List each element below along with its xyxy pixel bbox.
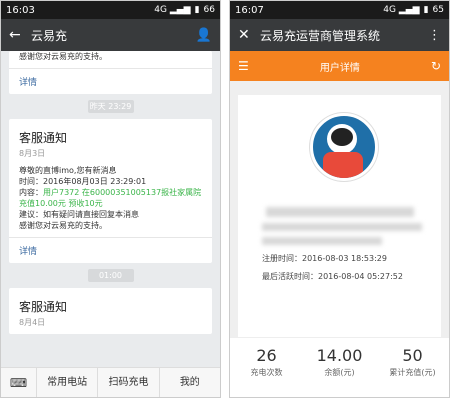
notice-line: 感谢您对云易充的支持。 bbox=[19, 221, 107, 230]
notice-date: 8月3日 bbox=[19, 149, 46, 158]
stat-total-recharge: 50 累计充值(元) bbox=[376, 338, 449, 397]
stat-label: 余额(元) bbox=[324, 368, 355, 377]
status-time: 16:03 bbox=[6, 4, 35, 16]
stat-value: 50 bbox=[402, 346, 423, 365]
status-bar: 16:07 4G ▂▄▆ ▮ 65 bbox=[230, 1, 449, 19]
page-title: 用户详情 bbox=[319, 62, 360, 74]
stat-value: 26 bbox=[256, 346, 277, 365]
previous-message-card: 感谢您对云易充的支持。 详情 bbox=[9, 51, 212, 94]
profile-icon[interactable]: 👤 bbox=[196, 28, 212, 43]
notice-title: 客服通知 bbox=[19, 300, 68, 314]
chat-header: ← 云易充 👤 bbox=[1, 19, 220, 51]
redacted-username bbox=[266, 207, 414, 217]
chat-title: 云易充 bbox=[31, 28, 68, 43]
signal-icon: 4G ▂▄▆ bbox=[154, 5, 191, 15]
battery-level: 65 bbox=[432, 5, 444, 15]
more-icon[interactable]: ⋮ bbox=[428, 28, 441, 43]
stat-label: 累计充值(元) bbox=[389, 368, 436, 377]
tab-common-stations[interactable]: 常用电站 bbox=[37, 367, 99, 397]
redacted-info bbox=[262, 223, 422, 231]
user-stats: 26 充电次数 14.00 余额(元) 50 累计充值(元) bbox=[230, 337, 449, 397]
tab-mine[interactable]: 我的 bbox=[160, 368, 220, 398]
notice-date: 8月4日 bbox=[19, 318, 46, 327]
app-title: 云易充运营商管理系统 bbox=[260, 28, 381, 43]
redacted-info bbox=[262, 237, 382, 245]
right-phone-screen: 16:07 4G ▂▄▆ ▮ 65 ✕ 云易充运营商管理系统 ⋮ ☰ 用户详情 … bbox=[229, 0, 450, 398]
refresh-icon[interactable]: ↻ bbox=[431, 59, 441, 73]
battery-icon: ▮ bbox=[194, 5, 200, 15]
menu-icon[interactable]: ☰ bbox=[238, 59, 249, 73]
notice-line: 时间：2016年08月03日 23:29:01 bbox=[19, 177, 147, 186]
notice-content-line: 内容：用户7372 在60000351005137报社家属院 充值10.00元 … bbox=[19, 187, 202, 209]
notice-line: 尊敬的直博imo,您有新消息 bbox=[19, 166, 117, 175]
detail-link[interactable]: 详情 bbox=[9, 237, 212, 263]
back-arrow-icon[interactable]: ← bbox=[9, 27, 31, 43]
stat-balance: 14.00 余额(元) bbox=[303, 338, 376, 397]
tab-scan-charge[interactable]: 扫码充电 bbox=[98, 367, 160, 397]
notice-title: 客服通知 bbox=[19, 131, 68, 145]
detail-link[interactable]: 详情 bbox=[9, 68, 212, 94]
notice-body: 尊敬的直博imo,您有新消息 时间：2016年08月03日 23:29:01 内… bbox=[9, 165, 212, 237]
status-bar: 16:03 4G ▂▄▆ ▮ 66 bbox=[1, 1, 220, 19]
user-profile-card: 注册时间：2016-08-03 18:53:29 最后活跃时间：2016-08-… bbox=[238, 95, 441, 345]
app-header: ✕ 云易充运营商管理系统 ⋮ bbox=[230, 19, 449, 51]
stat-charge-count: 26 充电次数 bbox=[230, 338, 303, 397]
battery-level: 66 bbox=[203, 5, 215, 15]
last-active-time: 最后活跃时间：2016-08-04 05:27:52 bbox=[262, 272, 403, 281]
page-header: ☰ 用户详情 ↻ bbox=[230, 51, 449, 81]
next-notice-card: 客服通知 8月4日 bbox=[9, 288, 212, 334]
keyboard-icon[interactable]: ⌨ bbox=[1, 367, 37, 397]
left-phone-screen: 16:03 4G ▂▄▆ ▮ 66 ← 云易充 👤 感谢您对云易充的支持。 详情… bbox=[0, 0, 221, 398]
notice-line: 内容： bbox=[19, 188, 43, 197]
status-time: 16:07 bbox=[235, 4, 264, 16]
notice-highlight: 用户7372 在60000351005137报社家属院 充值10.00元 预收1… bbox=[19, 188, 202, 208]
battery-icon: ▮ bbox=[423, 5, 429, 15]
timestamp-pill: 昨天 23:29 bbox=[87, 100, 134, 113]
signal-icon: 4G ▂▄▆ bbox=[383, 5, 420, 15]
notice-line: 建议：如有疑问请直接回复本消息 bbox=[19, 210, 139, 219]
timestamp-pill: 01:00 bbox=[87, 269, 134, 282]
previous-message-tail: 感谢您对云易充的支持。 bbox=[19, 52, 107, 61]
avatar bbox=[310, 113, 378, 181]
register-time: 注册时间：2016-08-03 18:53:29 bbox=[262, 254, 387, 263]
bottom-nav: ⌨ 常用电站 扫码充电 我的 bbox=[1, 367, 220, 397]
stat-value: 14.00 bbox=[316, 346, 363, 365]
stat-label: 充电次数 bbox=[250, 368, 283, 377]
close-icon[interactable]: ✕ bbox=[238, 27, 260, 43]
notice-card: 客服通知 8月3日 尊敬的直博imo,您有新消息 时间：2016年08月03日 … bbox=[9, 119, 212, 263]
